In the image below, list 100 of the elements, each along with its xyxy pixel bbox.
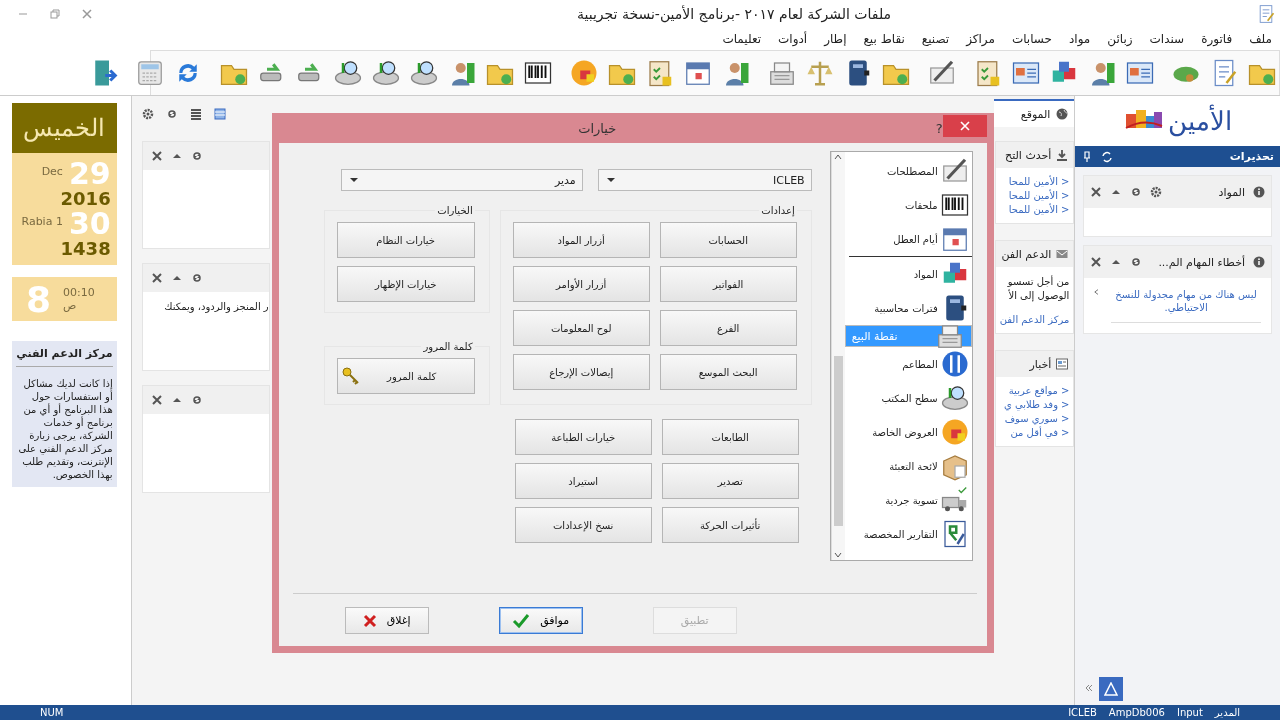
panel-title: أخطاء المهام الم... bbox=[1158, 255, 1245, 269]
panel-title: الدعم الفن bbox=[1001, 247, 1052, 261]
menu-item[interactable]: مواد bbox=[1068, 32, 1091, 46]
category-item[interactable]: ملحقات bbox=[844, 188, 972, 222]
support-link[interactable]: مركز الدعم الفن bbox=[999, 314, 1070, 325]
sun-icon[interactable] bbox=[569, 58, 599, 88]
close-icon[interactable] bbox=[150, 394, 163, 406]
menu-item[interactable]: تعليمات bbox=[722, 32, 761, 46]
scroll-thumb[interactable] bbox=[833, 356, 843, 526]
category-item[interactable]: تسوية جردية bbox=[844, 483, 972, 517]
backup-link[interactable]: ليس هناك من مهام مجدولة للنسخ الاحتياطي. bbox=[1111, 288, 1261, 323]
close-icon[interactable] bbox=[150, 272, 163, 284]
table-icon[interactable] bbox=[213, 108, 226, 120]
category-item[interactable]: التقارير المخصصة bbox=[844, 517, 972, 551]
close-icon[interactable] bbox=[82, 9, 92, 19]
globe-icon bbox=[1056, 108, 1069, 120]
tab-label: الموقع bbox=[1020, 107, 1051, 121]
category-item[interactable]: لائحة التعبئة bbox=[844, 449, 972, 483]
menu-item[interactable]: فاتورة bbox=[1201, 32, 1233, 46]
menu-item[interactable]: ملف bbox=[1249, 32, 1272, 46]
category-item[interactable]: أيام العطل bbox=[844, 222, 972, 256]
dropdown-field[interactable]: ICLEB bbox=[597, 169, 812, 191]
menu-item[interactable]: أدوات bbox=[778, 32, 808, 46]
panel-title: المواد bbox=[1218, 185, 1245, 199]
menu-item[interactable]: نقاط بيع bbox=[863, 32, 905, 46]
settings-button[interactable]: الفواتير bbox=[659, 266, 797, 302]
window-title: ملفات الشركة لعام ٢٠١٧ -برنامج الأمين-نسخة تجريبية bbox=[575, 6, 893, 22]
help-button[interactable]: ? bbox=[935, 120, 943, 136]
bullet-glyph: > bbox=[1061, 385, 1070, 396]
settings-button[interactable]: الطابعات bbox=[661, 419, 799, 455]
news-link[interactable]: في أقل من bbox=[1010, 427, 1058, 438]
status-text: AmpDb006 bbox=[1108, 707, 1165, 718]
support-title: مركز الدعم الفني bbox=[16, 347, 113, 367]
close-icon[interactable] bbox=[1090, 186, 1103, 198]
menu-item[interactable]: إطار bbox=[824, 32, 847, 46]
group-title: إعدادات bbox=[760, 205, 796, 216]
month-label: Rabia 1 bbox=[21, 214, 63, 228]
menu-item[interactable]: سندات bbox=[1149, 32, 1185, 46]
settings-button[interactable]: الفرع bbox=[659, 310, 797, 346]
menu-item[interactable]: حسابات bbox=[1011, 32, 1052, 46]
category-item[interactable]: المواد bbox=[844, 257, 972, 291]
menu-item[interactable]: مراكز bbox=[966, 32, 995, 46]
info-icon bbox=[1253, 186, 1265, 198]
dropdown-field[interactable]: مدير bbox=[340, 169, 583, 191]
menu-item[interactable]: زبائن bbox=[1107, 32, 1133, 46]
settings-button[interactable]: تصدير bbox=[661, 463, 799, 499]
site-tab[interactable]: الموقع bbox=[993, 99, 1075, 127]
scroll-up-icon[interactable] bbox=[834, 154, 843, 160]
panel-text: ر المنجز والردود، ويمكنك bbox=[164, 301, 269, 312]
news-link[interactable]: مواقع عربية bbox=[1008, 385, 1058, 396]
close-icon[interactable] bbox=[150, 150, 163, 162]
weekday-label: الخميس bbox=[12, 103, 117, 153]
hour-number: 8 bbox=[26, 278, 52, 320]
warnings-title: تحذيرات bbox=[1229, 150, 1274, 163]
status-text: ICLEB bbox=[1068, 707, 1097, 718]
dialog-button[interactable]: إغلاق bbox=[344, 607, 429, 634]
options-button[interactable]: خيارات النظام bbox=[336, 222, 475, 258]
group-title: الخيارات bbox=[436, 205, 474, 216]
news-link[interactable]: الأمين للمحا bbox=[1008, 190, 1058, 201]
category-item[interactable]: العروض الخاصة bbox=[844, 415, 972, 449]
settings-button[interactable]: لوح المعلومات bbox=[512, 310, 650, 346]
time-label: 00:10 bbox=[63, 286, 95, 299]
password-button[interactable]: كلمة المرور bbox=[336, 358, 475, 394]
category-item[interactable]: سطح المكتب bbox=[844, 381, 972, 415]
grid-icon[interactable] bbox=[189, 108, 202, 120]
settings-button[interactable]: نسخ الإعدادات bbox=[514, 507, 652, 543]
settings-button[interactable]: تأثيرات الحركة bbox=[661, 507, 799, 543]
triangle-icon bbox=[1104, 682, 1119, 696]
menu-item[interactable]: تصنيع bbox=[921, 32, 950, 46]
close-icon[interactable] bbox=[1090, 256, 1103, 268]
key-icon bbox=[341, 367, 360, 385]
panel-title: أخبار bbox=[1029, 357, 1052, 371]
settings-button[interactable]: الحسابات bbox=[659, 222, 797, 258]
category-item[interactable]: المطاعم bbox=[844, 347, 972, 381]
settings-button[interactable]: إيصالات الإرجاع bbox=[512, 354, 650, 390]
dialog-button[interactable]: موافق bbox=[498, 607, 583, 634]
scroll-down-icon[interactable] bbox=[834, 552, 843, 558]
settings-button[interactable]: البحث الموسع bbox=[659, 354, 797, 390]
gear-icon[interactable] bbox=[141, 108, 154, 120]
category-item[interactable]: فترات محاسبية bbox=[844, 291, 972, 325]
settings-button[interactable]: خيارات الطباعة bbox=[514, 419, 652, 455]
news-link[interactable]: الأمين للمحا bbox=[1008, 204, 1058, 215]
news-link[interactable]: الأمين للمحا bbox=[1008, 176, 1058, 187]
news-link[interactable]: وفد طلابي ي bbox=[1003, 399, 1058, 410]
logo-text: الأمين bbox=[1167, 106, 1232, 136]
options-button[interactable]: خيارات الإظهار bbox=[336, 266, 475, 302]
news-link[interactable]: سوري سوف bbox=[1004, 413, 1058, 424]
settings-button[interactable]: أزرار الأوامر bbox=[512, 266, 650, 302]
bullet-glyph: > bbox=[1061, 399, 1070, 410]
dialog-title: خيارات bbox=[577, 120, 618, 136]
download-icon bbox=[1056, 149, 1069, 161]
category-item[interactable]: المصطلحات bbox=[844, 154, 972, 188]
expand-icon[interactable] bbox=[1085, 684, 1094, 694]
panel-title: أحدث التح bbox=[1005, 148, 1052, 162]
settings-button[interactable]: استيراد bbox=[514, 463, 652, 499]
settings-button[interactable]: أزرار المواد bbox=[512, 222, 650, 258]
calculator-icon[interactable] bbox=[135, 58, 165, 88]
app-button[interactable] bbox=[1099, 677, 1124, 701]
gear-icon[interactable] bbox=[1150, 186, 1163, 198]
sync-icon[interactable] bbox=[1101, 150, 1114, 163]
